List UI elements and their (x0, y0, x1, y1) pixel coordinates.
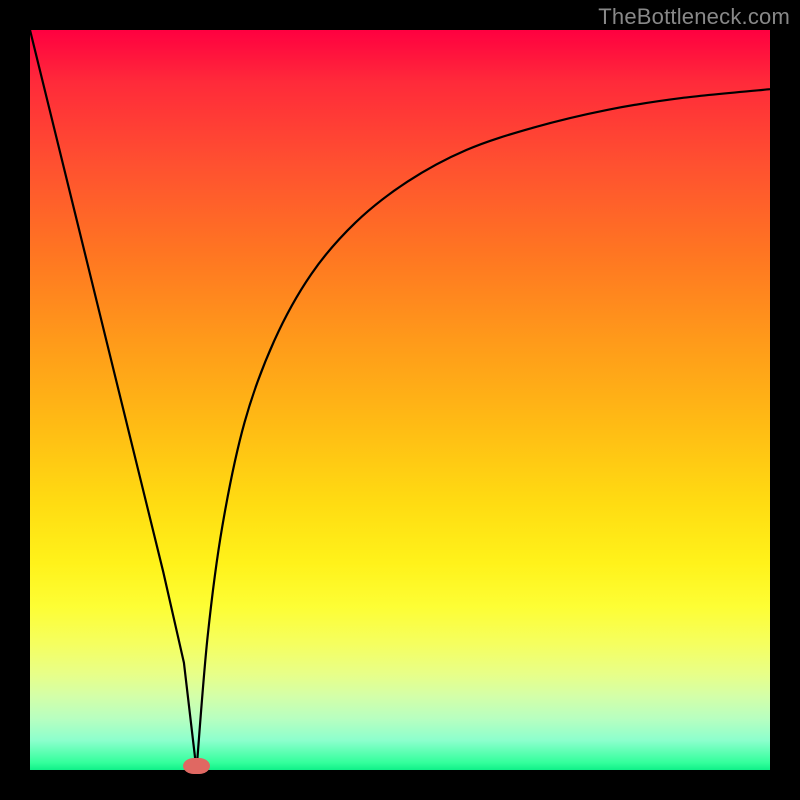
curve-svg (30, 30, 770, 770)
plot-area (30, 30, 770, 770)
chart-frame: TheBottleneck.com (0, 0, 800, 800)
watermark-text: TheBottleneck.com (598, 4, 790, 30)
curve-left (30, 30, 197, 770)
curve-right (197, 89, 771, 770)
min-point-marker (183, 758, 210, 774)
